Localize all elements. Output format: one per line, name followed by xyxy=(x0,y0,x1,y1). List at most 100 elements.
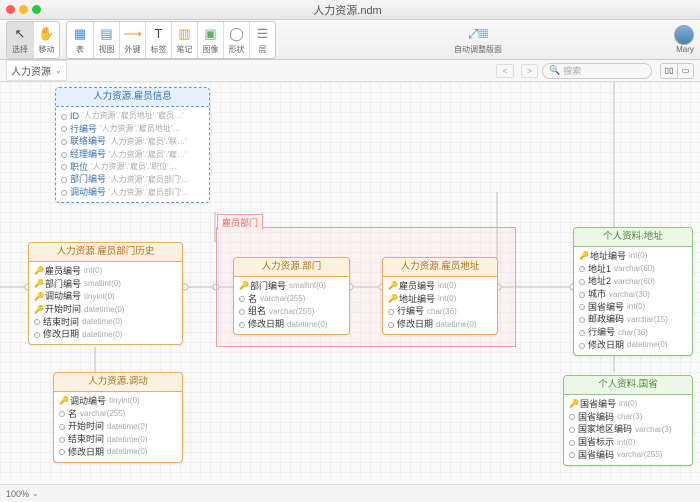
field-name: 经理编号 xyxy=(70,149,106,161)
fk-icon: ⟶ xyxy=(124,25,142,43)
diagram-canvas[interactable]: 人力资源.雇员信息 ID'人力资源'.'雇员地址'.'雇员…'行编号'人力资源'… xyxy=(0,82,700,482)
field-icon xyxy=(61,164,67,170)
field-type: datetime(0) xyxy=(82,330,122,340)
view-toggle[interactable]: ▯▯▭ xyxy=(660,63,694,79)
view-tool[interactable]: ▤视图 xyxy=(93,22,119,58)
field-icon xyxy=(59,411,65,417)
region-label: 雇员部门 xyxy=(217,214,263,230)
field-type: varchar(255) xyxy=(80,409,125,419)
avatar[interactable] xyxy=(674,25,694,45)
zoom-icon[interactable] xyxy=(32,5,41,14)
field-row: 修改日期datetime(0) xyxy=(579,339,687,352)
entity-dept[interactable]: 人力资源.部门 🔑部门编号smallint(0)名varchar(255)组名v… xyxy=(233,257,350,335)
layer-tool[interactable]: ☰层 xyxy=(249,22,275,58)
zoom-level[interactable]: 100% xyxy=(6,489,29,499)
field-row: 经理编号'人力资源'.'雇员'.'雇…' xyxy=(61,148,204,161)
entity-shift[interactable]: 人力资源.调动 🔑调动编号tinyint(0)名varchar(255)开始时间… xyxy=(53,372,183,463)
field-type: char(36) xyxy=(618,328,648,338)
shape-icon: ◯ xyxy=(228,25,246,43)
field-row: 修改日期datetime(0) xyxy=(388,318,492,331)
field-row: 国家地区编码varchar(3) xyxy=(569,424,687,437)
key-icon: 🔑 xyxy=(388,294,396,304)
field-type: smallint(0) xyxy=(289,281,326,291)
entity-title: 人力资源.雇员部门历史 xyxy=(29,243,182,262)
field-type: datetime(0) xyxy=(287,320,327,330)
search-input[interactable]: 🔍搜索 xyxy=(542,63,652,79)
shape-tool[interactable]: ◯形状 xyxy=(223,22,249,58)
cursor-icon: ↖ xyxy=(11,25,29,43)
field-icon xyxy=(579,330,585,336)
field-row: 🔑地址编号int(0) xyxy=(579,250,687,263)
autoresize-tool[interactable]: ⤢▦自动调整版面 xyxy=(450,22,506,58)
field-row: 国省编号int(0) xyxy=(579,301,687,314)
grid-view-icon[interactable]: ▯▯ xyxy=(661,64,677,78)
field-row: 修改日期datetime(0) xyxy=(34,329,177,342)
field-row: 🔑部门编号smallint(0) xyxy=(239,280,344,293)
image-tool[interactable]: ▣图像 xyxy=(197,22,223,58)
field-icon xyxy=(569,452,575,458)
field-name: 地址2 xyxy=(588,276,611,288)
field-icon xyxy=(579,304,585,310)
field-icon xyxy=(61,190,67,196)
field-name: 国省编号 xyxy=(580,399,616,411)
field-name: 部门编号 xyxy=(250,281,286,293)
subbar: 人力资源⌄ < > 🔍搜索 ▯▯▭ xyxy=(0,60,700,82)
field-type: tinyint(0) xyxy=(109,396,140,406)
fk-tool[interactable]: ⟶外键 xyxy=(119,22,145,58)
entity-title: 个人资料.地址 xyxy=(574,228,692,247)
field-name: 地址编号 xyxy=(590,251,626,263)
note-tool[interactable]: ▥笔记 xyxy=(171,22,197,58)
key-icon: 🔑 xyxy=(59,396,67,406)
field-icon xyxy=(579,317,585,323)
field-icon xyxy=(239,296,245,302)
field-name: 修改日期 xyxy=(68,447,104,459)
field-icon xyxy=(569,414,575,420)
field-row: 国省标示int(0) xyxy=(569,436,687,449)
field-type: int(0) xyxy=(438,281,456,291)
move-tool[interactable]: ✋移动 xyxy=(33,22,59,58)
entity-dept-history[interactable]: 人力资源.雇员部门历史 🔑雇员编号int(0)🔑部门编号smallint(0)🔑… xyxy=(28,242,183,345)
label-tool[interactable]: T标签 xyxy=(145,22,171,58)
field-name: 国省标示 xyxy=(578,437,614,449)
field-type: '人力资源'.'雇员部门'… xyxy=(109,175,189,185)
field-name: 国省编号 xyxy=(588,302,624,314)
field-name: 国家地区编码 xyxy=(578,424,632,436)
entity-province[interactable]: 个人资料.国省 🔑国省编号int(0)国省编码char(3)国家地区编码varc… xyxy=(563,375,693,466)
field-type: char(36) xyxy=(427,307,457,317)
field-icon xyxy=(59,424,65,430)
field-name: 雇员编号 xyxy=(45,266,81,278)
field-name: 名 xyxy=(68,409,77,421)
field-icon xyxy=(579,266,585,272)
search-icon: 🔍 xyxy=(549,65,560,76)
select-tool[interactable]: ↖选择 xyxy=(7,22,33,58)
table-tool[interactable]: ▦表 xyxy=(67,22,93,58)
note-icon: ▥ xyxy=(176,25,194,43)
field-type: tinyint(0) xyxy=(84,292,115,302)
chevron-down-icon: ⌄ xyxy=(32,489,39,498)
field-name: 地址编号 xyxy=(399,294,435,306)
nav-back[interactable]: < xyxy=(496,64,513,78)
minimize-icon[interactable] xyxy=(19,5,28,14)
field-row: 邮政编码varchar(15) xyxy=(579,314,687,327)
field-row: 🔑开始时间datetime(0) xyxy=(34,303,177,316)
image-icon: ▣ xyxy=(202,25,220,43)
field-row: 国省编码varchar(255) xyxy=(569,449,687,462)
breadcrumb[interactable]: 人力资源⌄ xyxy=(6,60,67,81)
field-name: 部门编号 xyxy=(45,279,81,291)
close-icon[interactable] xyxy=(6,5,15,14)
entity-employee-info[interactable]: 人力资源.雇员信息 ID'人力资源'.'雇员地址'.'雇员…'行编号'人力资源'… xyxy=(55,87,210,203)
field-row: 开始时间datetime(0) xyxy=(59,421,177,434)
field-type: '人力资源'.'雇员部门'… xyxy=(109,188,189,198)
entity-address[interactable]: 个人资料.地址 🔑地址编号int(0)地址1varchar(60)地址2varc… xyxy=(573,227,693,356)
list-view-icon[interactable]: ▭ xyxy=(677,64,693,78)
field-name: 结束时间 xyxy=(68,434,104,446)
entity-emp-address[interactable]: 人力资源.雇员地址 🔑雇员编号int(0)🔑地址编号int(0)行编号char(… xyxy=(382,257,498,335)
window-title: 人力资源.ndm xyxy=(41,2,654,18)
field-type: varchar(255) xyxy=(260,294,305,304)
field-name: ID xyxy=(70,111,79,123)
nav-forward[interactable]: > xyxy=(521,64,538,78)
field-name: 国省编码 xyxy=(578,450,614,462)
field-row: 名varchar(255) xyxy=(239,293,344,306)
entity-title: 人力资源.雇员地址 xyxy=(383,258,497,277)
field-type: smallint(0) xyxy=(84,279,121,289)
